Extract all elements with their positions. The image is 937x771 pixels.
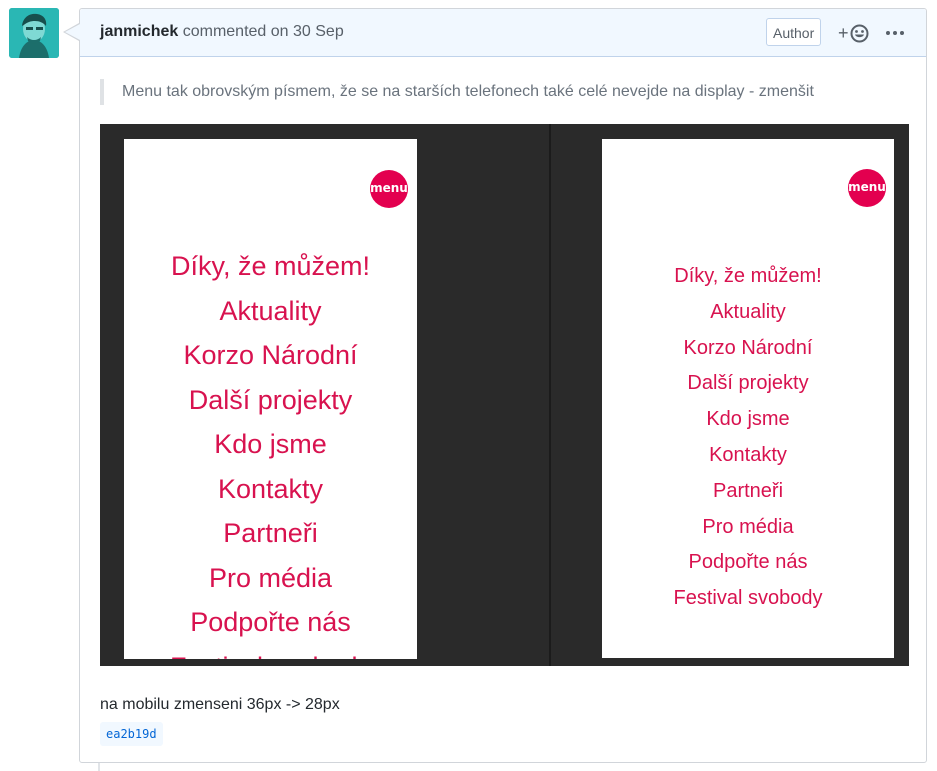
comparison-screenshot[interactable]: menu Díky, že můžem! Aktuality Korzo Národ… [100,124,909,666]
menu-item-after: Korzo Národní [683,336,813,359]
menu-item-before: Pro média [208,562,333,593]
author-badge: Author [766,18,822,46]
menu-item-after: Partneři [712,479,784,502]
comment-caret-inner [65,24,80,40]
avatar-image [9,8,59,58]
author-link[interactable]: janmichek [100,23,178,40]
menu-item-after: Festival svobody [673,587,823,610]
smiley-icon [850,24,869,43]
menu-item-before: Kontakty [217,473,324,504]
menu-item-after: Pro média [702,515,794,538]
comment-meta: janmichek commented on 30 Sep [100,23,344,41]
more-options-button[interactable] [884,21,906,45]
menu-item-after: Kdo jsme [706,408,790,431]
menu-item-before: Kdo jsme [214,429,327,459]
menu-badge-icon: menu [370,170,408,208]
phone-after: menu Díky, že můžem! Aktuality Korzo Národ… [602,139,894,658]
screenshot-divider [549,124,551,666]
menu-item-after: Díky, že můžem! [674,265,822,287]
add-reaction-button[interactable]: + [838,21,874,45]
menu-item-after: Kontakty [709,443,787,466]
avatar[interactable] [9,8,59,58]
kebab-horizontal-icon [886,31,904,35]
menu-item-before: Díky, že můžem! [170,251,371,281]
menu-item-before: Podpořte nás [190,607,351,637]
menu-item-after: Aktuality [710,300,786,323]
comment-header: janmichek commented on 30 Sep Author + [80,9,926,57]
menu-item-after: Podpořte nás [688,551,808,574]
menu-item-before: Další projekty [188,384,353,415]
menu-badge-icon: menu [848,169,886,207]
phone-before: menu Díky, že můžem! Aktuality Korzo Národ… [124,139,417,659]
comment-action: commented on [182,23,289,40]
menu-list-before: Díky, že můžem! Aktuality Korzo Národní Dal… [124,244,417,659]
plus-icon: + [838,23,849,43]
menu-item-before: Korzo Národní [183,340,358,370]
comment-text: na mobilu zmenseni 36px -> 28px [100,696,340,713]
menu-item-before: Aktuality [219,295,322,326]
comment-box: janmichek commented on 30 Sep Author + M… [63,8,927,763]
comment-date-link[interactable]: 30 Sep [293,23,344,40]
menu-item-before: Partneři [223,518,318,548]
commit-sha-link[interactable]: ea2b19d [100,722,163,746]
blockquote: Menu tak obrovským písmem, že se na star… [100,79,814,105]
menu-item-after: Další projekty [687,372,809,395]
menu-item-before: Festival svobody [124,645,417,660]
menu-list-after: Díky, že můžem! Aktuality Korzo Národní Dal… [602,259,894,617]
